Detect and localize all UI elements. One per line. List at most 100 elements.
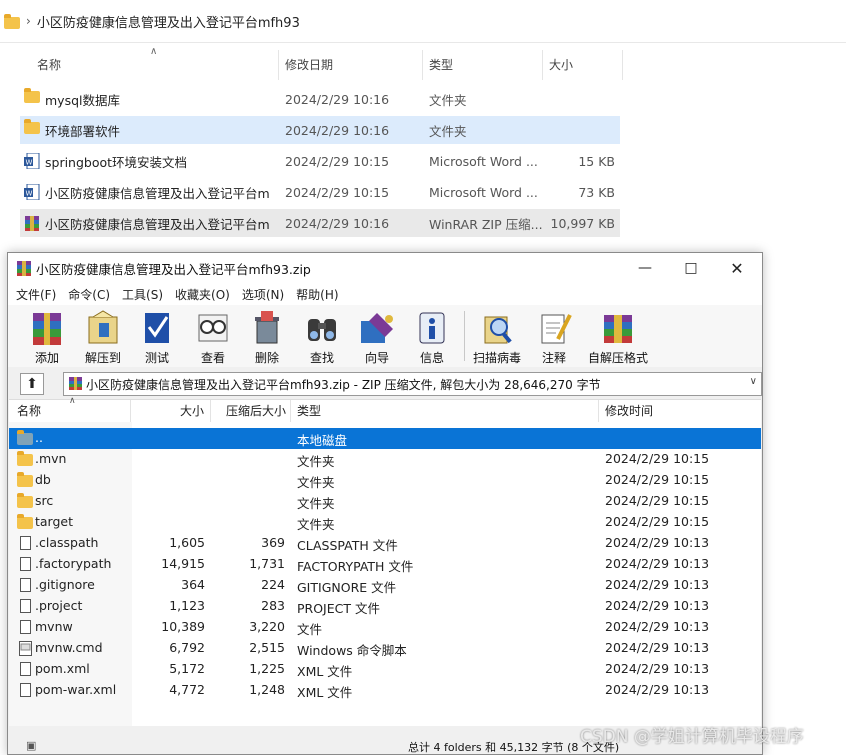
add-icon bbox=[27, 309, 67, 347]
folder-icon bbox=[17, 514, 33, 529]
archive-file-packed: 3,220 bbox=[249, 619, 285, 634]
column-header-size[interactable]: 大小 bbox=[549, 50, 573, 80]
archive-file-name: mvnw.cmd bbox=[35, 640, 103, 655]
menu-options[interactable]: 选项(N) bbox=[242, 286, 284, 303]
archive-row[interactable]: .project 1,123 283 PROJECT 文件 2024/2/29 10:1… bbox=[9, 596, 761, 617]
column-header-modified[interactable]: 修改时间 bbox=[599, 400, 761, 422]
archive-path-text: 小区防疫健康信息管理及出入登记平台mfh93.zip - ZIP 压缩文件, 解… bbox=[86, 377, 601, 392]
archive-file-type: CLASSPATH 文件 bbox=[297, 538, 398, 553]
archive-file-name: mvnw bbox=[35, 619, 73, 634]
find-icon bbox=[302, 309, 342, 347]
archive-file-name: pom-war.xml bbox=[35, 682, 117, 697]
drive-icon: ▣ bbox=[26, 739, 37, 752]
title-bar: 小区防疫健康信息管理及出入登记平台mfh93.zip — □ ✕ bbox=[8, 253, 762, 283]
archive-path-field[interactable]: 小区防疫健康信息管理及出入登记平台mfh93.zip - ZIP 压缩文件, 解… bbox=[63, 372, 762, 396]
winrar-archive-icon bbox=[25, 216, 39, 231]
minimize-button[interactable]: — bbox=[622, 253, 668, 283]
menu-tools[interactable]: 工具(S) bbox=[122, 286, 163, 303]
file-type: 文件夹 bbox=[429, 92, 467, 108]
archive-file-modified: 2024/2/29 10:15 bbox=[605, 451, 710, 466]
archive-file-packed: 2,515 bbox=[249, 640, 285, 655]
column-header-type[interactable]: 类型 bbox=[429, 50, 453, 80]
test-button[interactable]: 测试 bbox=[130, 307, 184, 365]
delete-icon bbox=[247, 309, 287, 347]
file-row[interactable]: W springboot环境安装文档 2024/2/29 10:15 Micro… bbox=[20, 147, 620, 175]
column-header-size[interactable]: 大小 bbox=[131, 400, 211, 422]
file-row[interactable]: 小区防疫健康信息管理及出入登记平台m... 2024/2/29 10:16 Wi… bbox=[20, 209, 620, 237]
archive-row[interactable]: .. 本地磁盘 bbox=[9, 428, 761, 449]
archive-file-modified: 2024/2/29 10:13 bbox=[605, 661, 710, 676]
archive-row[interactable]: .classpath 1,605 369 CLASSPATH 文件 2024/2/29 … bbox=[9, 533, 761, 554]
column-header-packed[interactable]: 压缩后大小 bbox=[211, 400, 291, 422]
info-button[interactable]: 信息 bbox=[405, 307, 459, 365]
scan-virus-button[interactable]: 扫描病毒 bbox=[470, 307, 524, 365]
comment-button[interactable]: 注释 bbox=[527, 307, 581, 365]
menu-favorites[interactable]: 收藏夹(O) bbox=[175, 286, 230, 303]
archive-file-name: db bbox=[35, 472, 51, 487]
info-icon bbox=[412, 309, 452, 347]
file-type: 文件夹 bbox=[429, 123, 467, 139]
file-name: 环境部署软件 bbox=[45, 123, 121, 139]
chevron-right-icon[interactable]: › bbox=[26, 14, 31, 28]
archive-file-name: target bbox=[35, 514, 74, 529]
delete-button[interactable]: 删除 bbox=[240, 307, 294, 365]
add-button[interactable]: 添加 bbox=[20, 307, 74, 365]
archive-file-packed: 369 bbox=[261, 535, 285, 550]
archive-file-name: src bbox=[35, 493, 54, 508]
archive-file-size: 5,172 bbox=[169, 661, 205, 676]
archive-row[interactable]: pom-war.xml 4,772 1,248 XML 文件 2024/2/29 10:… bbox=[9, 680, 761, 701]
column-header-date[interactable]: 修改日期 bbox=[285, 50, 333, 80]
archive-file-size: 14,915 bbox=[161, 556, 205, 571]
wizard-icon bbox=[357, 309, 397, 347]
menu-commands[interactable]: 命令(C) bbox=[68, 286, 110, 303]
file-row[interactable]: mysql数据库 2024/2/29 10:16 文件夹 bbox=[20, 85, 620, 113]
column-header-name[interactable]: 名称 bbox=[37, 50, 61, 80]
winrar-archive-icon bbox=[69, 377, 82, 390]
archive-row[interactable]: .gitignore 364 224 GITIGNORE 文件 2024/2/29 10… bbox=[9, 575, 761, 596]
chevron-down-icon[interactable]: ∨ bbox=[750, 376, 757, 387]
file-row[interactable]: W 小区防疫健康信息管理及出入登记平台m... 2024/2/29 10:15 … bbox=[20, 178, 620, 206]
view-button[interactable]: 查看 bbox=[186, 307, 240, 365]
archive-row[interactable]: db 文件夹 2024/2/29 10:15 bbox=[9, 470, 761, 491]
file-size: 15 KB bbox=[578, 153, 615, 169]
archive-row[interactable]: .mvn 文件夹 2024/2/29 10:15 bbox=[9, 449, 761, 470]
archive-row[interactable]: mvnw 10,389 3,220 文件 2024/2/29 10:13 bbox=[9, 617, 761, 638]
archive-file-type: 文件夹 bbox=[297, 475, 335, 490]
file-icon bbox=[20, 557, 31, 571]
window-title: 小区防疫健康信息管理及出入登记平台mfh93.zip bbox=[36, 261, 311, 277]
archive-row[interactable]: .factorypath 14,915 1,731 FACTORYPATH 文件 202… bbox=[9, 554, 761, 575]
archive-file-type: PROJECT 文件 bbox=[297, 601, 380, 616]
archive-file-size: 6,792 bbox=[169, 640, 205, 655]
file-date: 2024/2/29 10:16 bbox=[285, 215, 390, 231]
up-folder-button[interactable]: ⬆ bbox=[20, 373, 44, 395]
extract-to-button[interactable]: 解压到 bbox=[76, 307, 130, 365]
file-size: 10,997 KB bbox=[550, 215, 615, 231]
column-header-type[interactable]: 类型 bbox=[291, 400, 599, 422]
maximize-button[interactable]: □ bbox=[668, 253, 714, 283]
file-date: 2024/2/29 10:16 bbox=[285, 122, 390, 138]
menu-bar: 文件(F) 命令(C) 工具(S) 收藏夹(O) 选项(N) 帮助(H) bbox=[8, 283, 762, 305]
archive-row[interactable]: src 文件夹 2024/2/29 10:15 bbox=[9, 491, 761, 512]
find-button[interactable]: 查找 bbox=[295, 307, 349, 365]
archive-file-type: Windows 命令脚本 bbox=[297, 643, 407, 658]
sfx-icon bbox=[598, 309, 638, 347]
folder-icon bbox=[17, 472, 33, 487]
archive-row[interactable]: pom.xml 5,172 1,225 XML 文件 2024/2/29 10:13 bbox=[9, 659, 761, 680]
close-button[interactable]: ✕ bbox=[714, 253, 760, 283]
file-row[interactable]: 环境部署软件 2024/2/29 10:16 文件夹 bbox=[20, 116, 620, 144]
file-icon bbox=[20, 578, 31, 592]
menu-help[interactable]: 帮助(H) bbox=[296, 286, 338, 303]
menu-file[interactable]: 文件(F) bbox=[16, 286, 56, 303]
test-icon bbox=[137, 309, 177, 347]
archive-row[interactable]: target 文件夹 2024/2/29 10:15 bbox=[9, 512, 761, 533]
folder-up-icon bbox=[17, 430, 33, 445]
breadcrumb: › 小区防疫健康信息管理及出入登记平台mfh93 bbox=[0, 0, 846, 43]
wizard-button[interactable]: 向导 bbox=[350, 307, 404, 365]
sfx-button[interactable]: 自解压格式 bbox=[586, 307, 650, 365]
breadcrumb-current-folder[interactable]: 小区防疫健康信息管理及出入登记平台mfh93 bbox=[37, 12, 300, 31]
folder-icon bbox=[17, 451, 33, 466]
column-header-name[interactable]: 名称 bbox=[9, 400, 131, 422]
archive-row[interactable]: mvnw.cmd 6,792 2,515 Windows 命令脚本 2024/2/29 … bbox=[9, 638, 761, 659]
file-date: 2024/2/29 10:16 bbox=[285, 91, 390, 107]
file-size: 73 KB bbox=[578, 184, 615, 200]
